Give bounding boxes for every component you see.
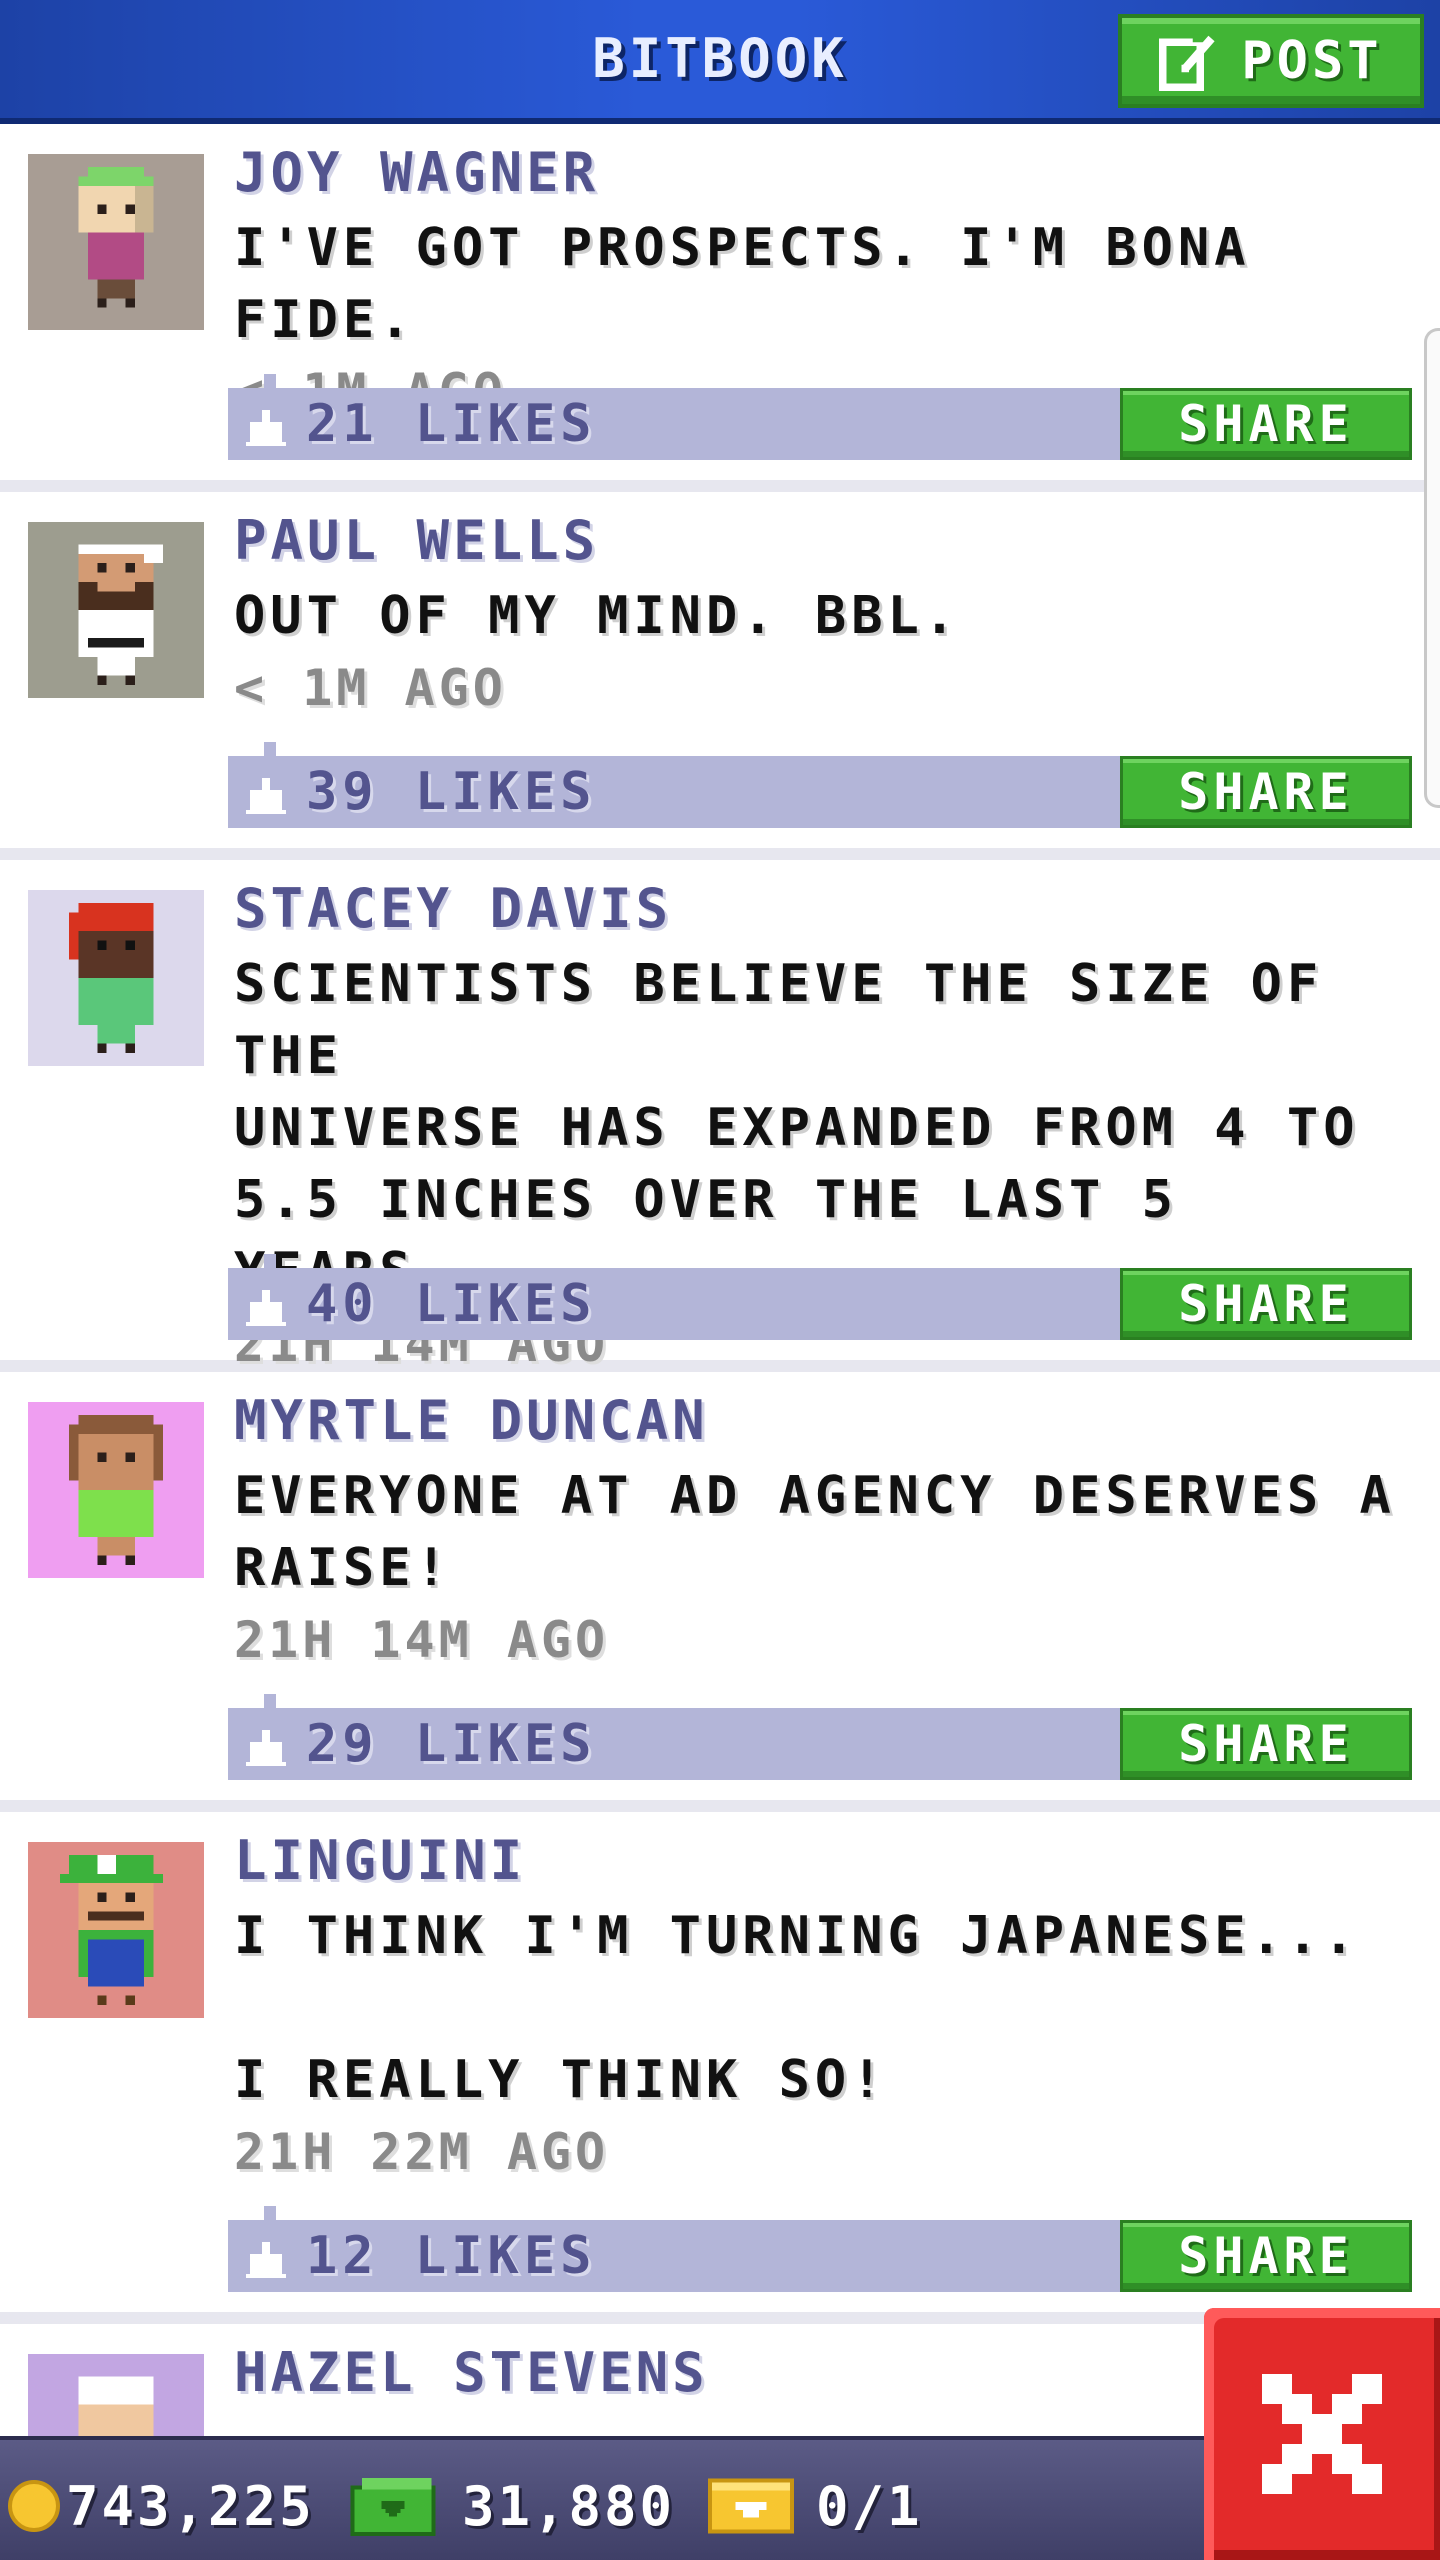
bux-icon[interactable] bbox=[350, 2478, 436, 2536]
bitbook-screen: BITBOOK POST JOY WAGNER I'VE GOT PROSPEC… bbox=[0, 0, 1440, 2560]
post-message: SCIENTISTS BELIEVE THE SIZE OF THE UNIVE… bbox=[234, 954, 1360, 1302]
header-bar: BITBOOK POST bbox=[0, 0, 1440, 124]
close-button[interactable] bbox=[1204, 2308, 1440, 2560]
share-button[interactable]: SHARE bbox=[1120, 1268, 1412, 1340]
post-content: PAUL WELLS OUT OF MY MIND. BBL. < 1M AGO bbox=[234, 510, 1416, 724]
likes-count: 12 LIKES bbox=[306, 2226, 597, 2286]
thumbs-up-icon bbox=[246, 1730, 286, 1766]
share-button[interactable]: SHARE bbox=[1120, 1708, 1412, 1780]
feed-post: JOY WAGNER I'VE GOT PROSPECTS. I'M BONA … bbox=[0, 124, 1440, 492]
likes-bar[interactable]: 40 LIKES SHARE bbox=[228, 1254, 1412, 1340]
post-author[interactable]: LINGUINI bbox=[234, 1830, 1416, 1892]
likes-count: 39 LIKES bbox=[306, 762, 597, 822]
post-message: EVERYONE AT AD AGENCY DESERVES A RAISE! bbox=[234, 1466, 1396, 1598]
avatar-image bbox=[69, 1415, 163, 1565]
post-message: I'VE GOT PROSPECTS. I'M BONA FIDE. bbox=[234, 218, 1287, 350]
post-author[interactable]: MYRTLE DUNCAN bbox=[234, 1390, 1416, 1452]
news-feed[interactable]: JOY WAGNER I'VE GOT PROSPECTS. I'M BONA … bbox=[0, 124, 1440, 2560]
avatar[interactable] bbox=[28, 890, 204, 1066]
post-button[interactable]: POST bbox=[1118, 14, 1424, 108]
post-timestamp: < 1M AGO bbox=[234, 659, 507, 717]
avatar[interactable] bbox=[28, 154, 204, 330]
likes-count: 29 LIKES bbox=[306, 1714, 597, 1774]
likes-bar[interactable]: 21 LIKES SHARE bbox=[228, 374, 1412, 460]
coin-count: 743,225 bbox=[66, 2475, 315, 2538]
avatar-image bbox=[69, 903, 154, 1053]
avatar-image bbox=[59, 1855, 163, 2005]
post-author[interactable]: STACEY DAVIS bbox=[234, 878, 1416, 940]
post-timestamp: 21H 14M AGO bbox=[234, 1611, 610, 1669]
compose-icon bbox=[1159, 34, 1216, 91]
bux-count: 31,880 bbox=[462, 2475, 676, 2538]
vip-ticket-icon[interactable] bbox=[708, 2478, 794, 2534]
post-content: LINGUINI I THINK I'M TURNING JAPANESE...… bbox=[234, 1830, 1416, 2188]
share-button[interactable]: SHARE bbox=[1120, 2220, 1412, 2292]
feed-post: PAUL WELLS OUT OF MY MIND. BBL. < 1M AGO… bbox=[0, 492, 1440, 860]
likes-bar[interactable]: 29 LIKES SHARE bbox=[228, 1694, 1412, 1780]
avatar[interactable] bbox=[28, 1842, 204, 2018]
scrollbar[interactable] bbox=[1424, 328, 1440, 808]
feed-post: STACEY DAVIS SCIENTISTS BELIEVE THE SIZE… bbox=[0, 860, 1440, 1373]
vip-count: 0/1 bbox=[816, 2475, 923, 2538]
post-message: I THINK I'M TURNING JAPANESE... I REALLY… bbox=[234, 1906, 1360, 2110]
avatar-image bbox=[78, 167, 154, 308]
avatar-image bbox=[78, 544, 163, 685]
share-button[interactable]: SHARE bbox=[1120, 756, 1412, 828]
post-timestamp: 21H 22M AGO bbox=[234, 2123, 610, 2181]
post-content: MYRTLE DUNCAN EVERYONE AT AD AGENCY DESE… bbox=[234, 1390, 1416, 1676]
likes-count: 21 LIKES bbox=[306, 394, 597, 454]
post-author[interactable]: PAUL WELLS bbox=[234, 510, 1416, 572]
close-icon bbox=[1262, 2374, 1382, 2494]
coin-icon bbox=[8, 2480, 60, 2532]
post-button-label: POST bbox=[1241, 31, 1383, 91]
likes-count: 40 LIKES bbox=[306, 1274, 597, 1334]
thumbs-up-icon bbox=[246, 410, 286, 446]
avatar[interactable] bbox=[28, 522, 204, 698]
likes-bar[interactable]: 12 LIKES SHARE bbox=[228, 2206, 1412, 2292]
post-message: OUT OF MY MIND. BBL. bbox=[234, 586, 961, 646]
thumbs-up-icon bbox=[246, 1290, 286, 1326]
thumbs-up-icon bbox=[246, 2242, 286, 2278]
share-button[interactable]: SHARE bbox=[1120, 388, 1412, 460]
thumbs-up-icon bbox=[246, 778, 286, 814]
post-content: JOY WAGNER I'VE GOT PROSPECTS. I'M BONA … bbox=[234, 142, 1416, 428]
avatar[interactable] bbox=[28, 1402, 204, 1578]
post-author[interactable]: JOY WAGNER bbox=[234, 142, 1416, 204]
feed-post: LINGUINI I THINK I'M TURNING JAPANESE...… bbox=[0, 1812, 1440, 2324]
likes-bar[interactable]: 39 LIKES SHARE bbox=[228, 742, 1412, 828]
feed-post: MYRTLE DUNCAN EVERYONE AT AD AGENCY DESE… bbox=[0, 1372, 1440, 1812]
